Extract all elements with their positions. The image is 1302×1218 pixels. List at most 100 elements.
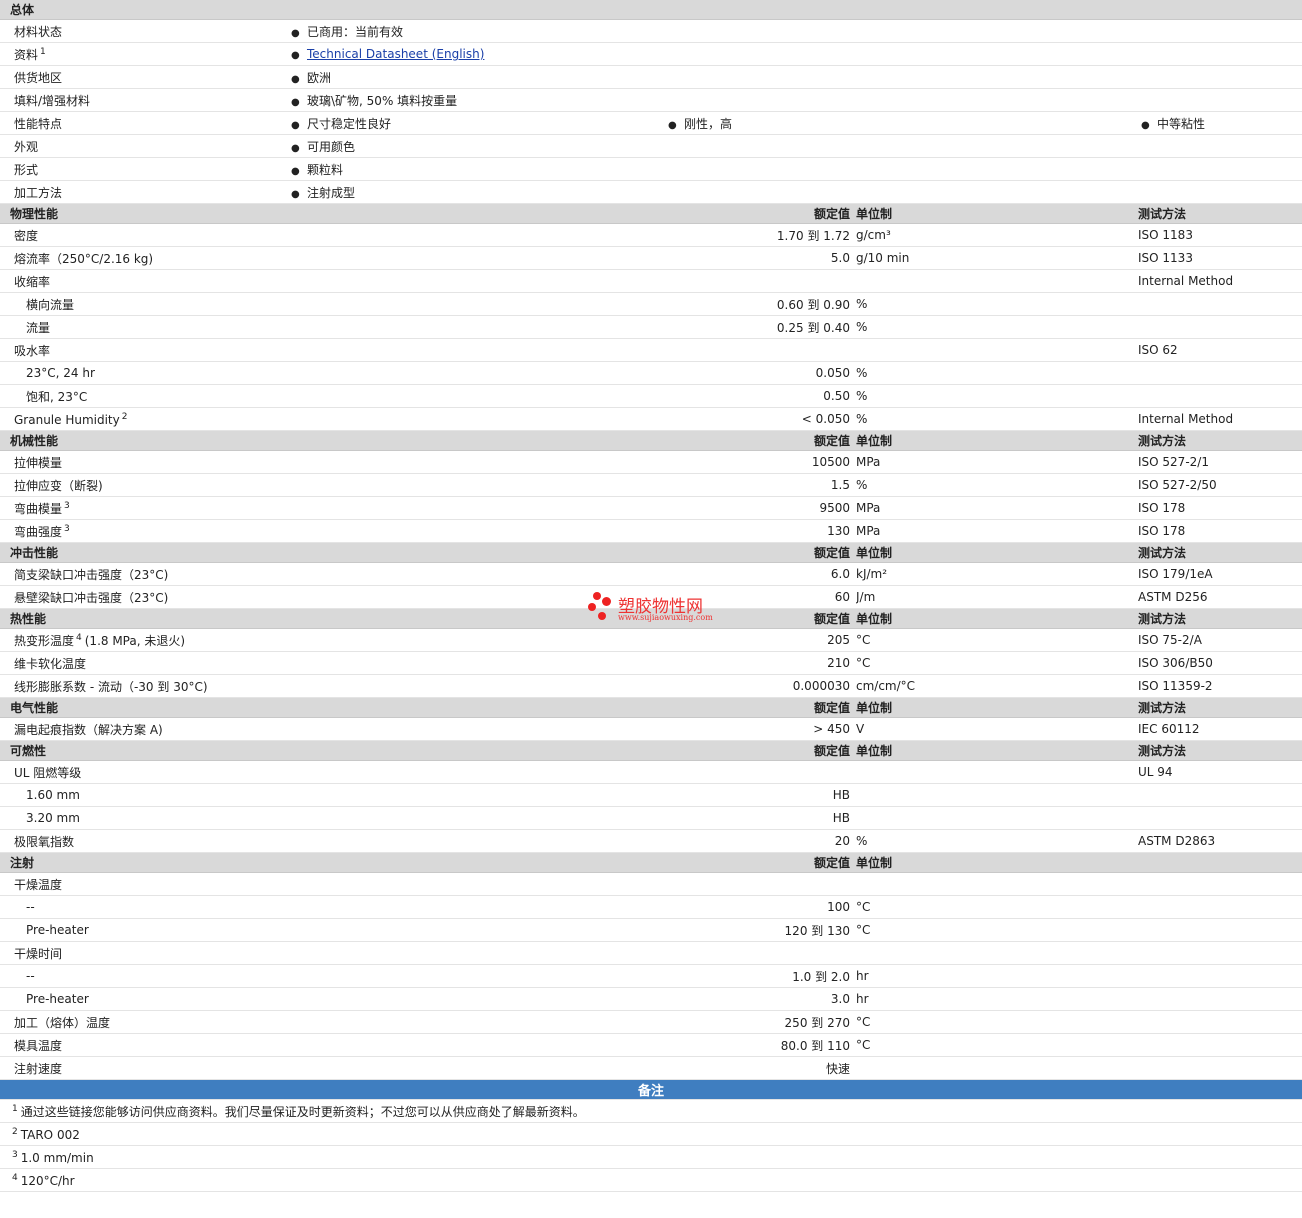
property-label: 23°C, 24 hr [0, 361, 665, 385]
property-label: 流量 [0, 315, 665, 339]
footnote-ref: 2 [12, 1126, 18, 1137]
col-header-method: 测试方法 [1138, 542, 1302, 563]
property-row: 饱和, 23°C 0.50% [0, 384, 1302, 408]
property-label-text: 形式 [14, 162, 39, 177]
col-header-value: 额定值 [665, 203, 856, 224]
property-value: 快速 [665, 1056, 856, 1080]
test-method: ISO 178 [1138, 519, 1302, 543]
property-label: 弯曲强度 3 [0, 519, 665, 543]
property-label-text: 弯曲强度 [14, 524, 63, 539]
test-method: ASTM D2863 [1138, 829, 1302, 853]
property-row: 干燥时间 [0, 941, 1302, 965]
col-header-method: 测试方法 [1138, 430, 1302, 451]
property-row: 维卡软化温度 210 °C ISO 306/B50 [0, 651, 1302, 675]
property-row: Granule Humidity 2 < 0.050% Internal Method [0, 407, 1302, 431]
property-value: ● 颗粒料 [288, 157, 1302, 181]
notes-header: 备注 [0, 1079, 1302, 1100]
property-unit [856, 872, 1138, 896]
property-unit: hr [856, 987, 1138, 1011]
test-method: ISO 306/B50 [1138, 651, 1302, 675]
property-label-text: -- [26, 900, 35, 914]
test-method [1138, 783, 1302, 807]
property-label-text: 材料状态 [14, 24, 63, 39]
general-row: 形式 ● 颗粒料 [0, 157, 1302, 181]
property-label: 材料状态 [0, 19, 288, 43]
property-value: 210 [665, 651, 856, 675]
footnote-ref: 3 [64, 523, 70, 534]
property-label: 3.20 mm [0, 806, 665, 830]
col-header-unit: 单位制 [856, 430, 1138, 451]
col-header-unit: 单位制 [856, 697, 1138, 718]
property-value: 0.050 [665, 361, 856, 385]
section-header: 注射 额定值 单位制 [0, 852, 1302, 873]
property-label: 吸水率 [0, 338, 665, 362]
property-row: 3.20 mm HB [0, 806, 1302, 830]
note-text: 4 120°C/hr [0, 1168, 1302, 1192]
property-row: 熔流率（250°C/2.16 kg) 5.0 g/10 min ISO 1133 [0, 246, 1302, 270]
property-unit: °C [856, 895, 1138, 919]
property-value-text: 颗粒料 [307, 162, 344, 177]
property-row: 模具温度 80.0 到 110 °C [0, 1033, 1302, 1057]
property-label: 加工（熔体）温度 [0, 1010, 665, 1034]
property-label-text: 注射速度 [14, 1061, 63, 1076]
property-label: 注射速度 [0, 1056, 665, 1080]
col-header-unit: 单位制 [856, 608, 1138, 629]
property-value: 250 到 270 [665, 1010, 856, 1034]
property-value [665, 760, 856, 784]
property-label: Pre-heater [0, 987, 665, 1011]
test-method: ISO 11359-2 [1138, 674, 1302, 698]
property-label: Granule Humidity 2 [0, 407, 665, 431]
general-row: 供货地区 ● 欧洲 [0, 65, 1302, 89]
property-label: 供货地区 [0, 65, 288, 89]
property-value-text: 可用颜色 [307, 139, 356, 154]
property-value: 0.25 到 0.40 [665, 315, 856, 339]
note-content: 通过这些链接您能够访问供应商资料。我们尽量保证及时更新资料；不过您可以从供应商处… [20, 1104, 585, 1119]
footnote-ref: 1 [12, 1103, 18, 1114]
test-method [1138, 895, 1302, 919]
property-label-text: -- [26, 969, 35, 983]
property-label: 热变形温度 4 (1.8 MPa, 未退火) [0, 628, 665, 652]
property-label: 饱和, 23°C [0, 384, 665, 408]
property-row: 弯曲模量 3 9500 MPa ISO 178 [0, 496, 1302, 520]
property-row: 漏电起痕指数（解决方案 A) > 450 V IEC 60112 [0, 717, 1302, 741]
property-label-text: 干燥温度 [14, 877, 63, 892]
test-method: ISO 1183 [1138, 223, 1302, 247]
property-row: 收缩率 Internal Method [0, 269, 1302, 293]
section-header: 冲击性能 额定值 单位制 测试方法 [0, 542, 1302, 563]
property-value-text: 刚性，高 [684, 116, 733, 131]
col-header-unit: 单位制 [856, 740, 1138, 761]
bullet-icon: ● [291, 73, 300, 85]
test-method [1138, 361, 1302, 385]
property-value: ● 尺寸稳定性良好 [288, 111, 665, 135]
property-row: 横向流量 0.60 到 0.90% [0, 292, 1302, 316]
datasheet-link[interactable]: Technical Datasheet (English) [307, 47, 484, 61]
footnote-ref: 3 [12, 1149, 18, 1160]
property-value-text: 注射成型 [307, 185, 356, 200]
bullet-icon: ● [291, 165, 300, 177]
property-value [665, 269, 856, 293]
property-value: 5.0 [665, 246, 856, 270]
test-method [1138, 987, 1302, 1011]
property-value: HB [665, 783, 856, 807]
test-method: ASTM D256 [1138, 585, 1302, 609]
property-label-text: 供货地区 [14, 70, 63, 85]
property-value [665, 872, 856, 896]
test-method: ISO 179/1eA [1138, 562, 1302, 586]
property-label: 填料/增强材料 [0, 88, 288, 112]
property-label-text: 漏电起痕指数（解决方案 A) [14, 722, 163, 737]
property-value: 1.70 到 1.72 [665, 223, 856, 247]
property-label: 极限氧指数 [0, 829, 665, 853]
test-method: ISO 527-2/50 [1138, 473, 1302, 497]
footnote-ref: 3 [64, 500, 70, 511]
test-method: Internal Method [1138, 407, 1302, 431]
property-row: 简支梁缺口冲击强度（23°C) 6.0 kJ/m² ISO 179/1eA [0, 562, 1302, 586]
property-value: 1.0 到 2.0 [665, 964, 856, 988]
property-unit: % [856, 361, 1138, 385]
section-header: 电气性能 额定值 单位制 测试方法 [0, 697, 1302, 718]
property-label-suffix: (1.8 MPa, 未退火) [84, 633, 186, 648]
note-row: 4 120°C/hr [0, 1168, 1302, 1192]
property-value: 205 [665, 628, 856, 652]
property-value: ● 注射成型 [288, 180, 1302, 204]
property-unit: °C [856, 1010, 1138, 1034]
property-label-text: UL 阻燃等级 [14, 765, 82, 780]
